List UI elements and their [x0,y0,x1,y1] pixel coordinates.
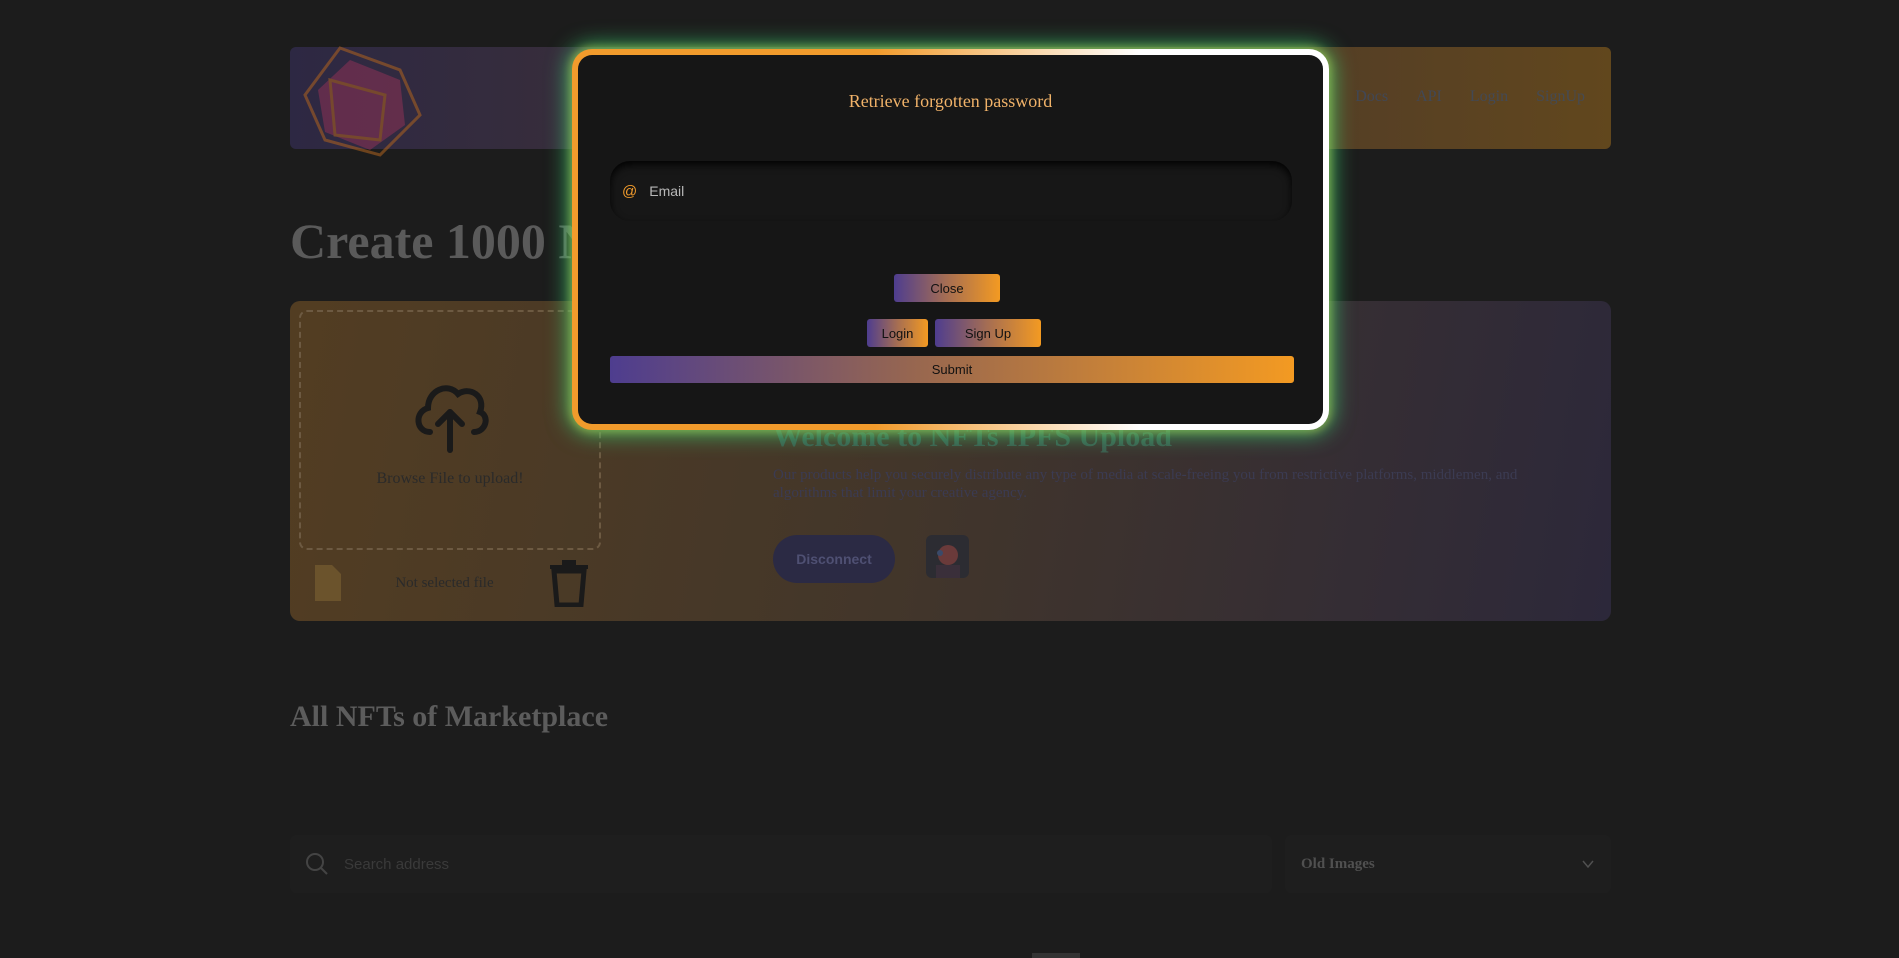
modal-title: Retrieve forgotten password [848,91,1053,111]
cloud-upload-icon [415,385,489,453]
sort-select-value: Old Images [1301,855,1375,872]
forgot-password-modal: Retrieve forgotten password @ Close Logi… [572,49,1329,430]
file-status-row: Not selected file [315,559,590,607]
at-sign-icon: @ [622,182,638,200]
nav-signup[interactable]: SignUp [1536,88,1585,106]
marketplace-heading: All NFTs of Marketplace [290,700,609,733]
login-button[interactable]: Login [867,319,928,347]
nav-docs[interactable]: Docs [1355,88,1388,106]
search-bar [290,835,1272,893]
email-field-wrapper: @ [610,161,1292,221]
upload-label: Browse File to upload! [376,470,524,487]
close-button[interactable]: Close [894,274,1000,302]
file-icon [315,565,341,601]
signup-button[interactable]: Sign Up [935,319,1041,347]
submit-button[interactable]: Submit [610,356,1294,383]
disconnect-button[interactable]: Disconnect [773,535,895,583]
search-icon [306,853,328,875]
nav-api[interactable]: API [1416,88,1442,106]
sort-select[interactable]: Old Images [1285,835,1611,893]
email-field[interactable] [649,183,1250,199]
file-status: Not selected file [395,574,494,591]
scroll-indicator [1032,953,1080,958]
hero-description: Our products help you securely distribut… [773,467,1518,501]
trash-icon[interactable] [548,559,590,607]
nav-login[interactable]: Login [1470,88,1508,106]
logo-icon[interactable] [290,40,430,165]
upload-dropzone[interactable]: Browse File to upload! [299,310,601,550]
top-nav: Docs API Login SignUp [1355,88,1585,106]
avatar-image-icon [936,545,960,578]
avatar[interactable] [926,535,969,578]
page-title: Create 1000 N [290,213,595,269]
chevron-down-icon [1582,860,1594,869]
search-input[interactable] [344,855,944,873]
